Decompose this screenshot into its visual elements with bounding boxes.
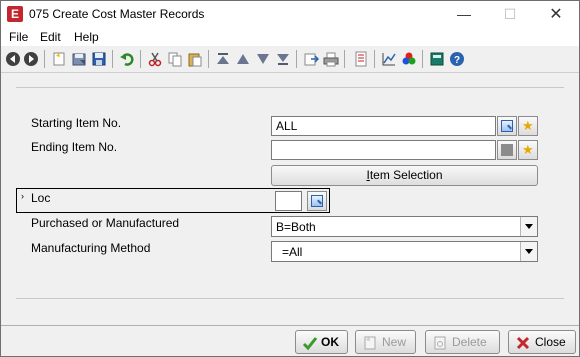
toolbar-separator — [208, 50, 209, 68]
menu-bar: File Edit Help — [1, 28, 579, 46]
app-window: E 075 Create Cost Master Records — ☐ ✕ F… — [0, 0, 580, 357]
starting-item-star-button[interactable]: ★ — [518, 116, 538, 136]
divider — [16, 87, 564, 88]
delete-icon — [434, 336, 446, 350]
manufacturing-method-label: Manufacturing Method — [31, 241, 151, 255]
forward-icon[interactable] — [23, 51, 39, 67]
undo-icon[interactable] — [119, 51, 135, 67]
paste-icon[interactable] — [187, 51, 203, 67]
print-icon[interactable] — [323, 51, 339, 67]
ending-item-label: Ending Item No. — [31, 140, 118, 154]
item-selection-button[interactable]: Item Selection — [271, 165, 538, 186]
lookup-icon — [501, 120, 513, 132]
save-icon[interactable] — [91, 51, 107, 67]
first-record-icon[interactable] — [215, 51, 231, 67]
toolbar-separator — [374, 50, 375, 68]
minimize-button[interactable]: — — [441, 1, 487, 28]
close-label: Close — [535, 335, 566, 349]
manufacturing-method-value: =All — [282, 245, 303, 259]
starting-item-lookup-button[interactable] — [497, 116, 517, 136]
toolbar-separator — [140, 50, 141, 68]
previous-record-icon[interactable] — [235, 51, 251, 67]
close-button[interactable]: Close — [508, 330, 576, 354]
new-button[interactable]: New — [355, 330, 416, 354]
ending-item-star-button[interactable]: ★ — [518, 140, 538, 160]
toolbar: ? — [1, 46, 579, 73]
dropdown-arrow-icon[interactable] — [520, 242, 537, 261]
back-icon[interactable] — [5, 51, 21, 67]
menu-file[interactable]: File — [9, 30, 28, 44]
close-x-icon — [516, 336, 530, 350]
starting-item-label: Starting Item No. — [31, 116, 122, 130]
form-area: Starting Item No. ALL ★ Ending Item No. … — [1, 73, 579, 325]
last-record-icon[interactable] — [275, 51, 291, 67]
toolbar-separator — [112, 50, 113, 68]
chart-icon[interactable] — [381, 51, 397, 67]
cut-icon[interactable] — [147, 51, 163, 67]
starting-item-input[interactable]: ALL — [271, 116, 496, 136]
check-icon — [302, 337, 318, 351]
notes-icon[interactable] — [353, 51, 369, 67]
dropdown-arrow-icon[interactable] — [520, 217, 537, 236]
divider — [16, 298, 564, 299]
new-label: New — [382, 335, 407, 349]
ok-label: OK — [321, 335, 339, 349]
item-selection-label: tem Selection — [369, 168, 443, 182]
export-icon[interactable] — [303, 51, 319, 67]
copy-icon[interactable] — [167, 51, 183, 67]
star-icon: ★ — [522, 142, 534, 157]
svg-text:?: ? — [454, 55, 460, 66]
toolbar-separator — [296, 50, 297, 68]
menu-help[interactable]: Help — [74, 30, 99, 44]
ending-item-lookup-button[interactable] — [497, 140, 517, 160]
calculator-icon[interactable] — [429, 51, 445, 67]
purchased-or-manufactured-value: B=Both — [276, 220, 316, 234]
lookup-icon — [311, 195, 323, 207]
loc-input[interactable] — [275, 191, 302, 211]
close-window-button[interactable]: ✕ — [533, 1, 579, 28]
toolbar-separator — [422, 50, 423, 68]
loc-lookup-button[interactable] — [307, 191, 327, 211]
colors-icon[interactable] — [401, 51, 417, 67]
delete-button[interactable]: Delete — [425, 330, 500, 354]
toolbar-separator — [44, 50, 45, 68]
menu-edit[interactable]: Edit — [40, 30, 61, 44]
button-bar: OK New Delete Close — [1, 325, 579, 356]
save-as-icon[interactable] — [71, 51, 87, 67]
maximize-button[interactable]: ☐ — [487, 1, 533, 28]
next-record-icon[interactable] — [255, 51, 271, 67]
manufacturing-method-select[interactable]: =All — [271, 241, 538, 262]
toolbar-separator — [344, 50, 345, 68]
purchased-or-manufactured-select[interactable]: B=Both — [271, 216, 538, 237]
purchased-or-manufactured-label: Purchased or Manufactured — [31, 216, 180, 230]
app-icon: E — [7, 6, 23, 22]
title-bar: E 075 Create Cost Master Records — ☐ ✕ — [1, 1, 579, 28]
ok-button[interactable]: OK — [295, 330, 348, 354]
new-icon — [364, 336, 376, 350]
help-icon[interactable]: ? — [449, 51, 465, 67]
ending-item-input[interactable] — [271, 140, 496, 160]
window-title: 075 Create Cost Master Records — [29, 7, 205, 21]
new-record-icon[interactable] — [51, 51, 67, 67]
loc-label: Loc — [31, 191, 51, 205]
disabled-lookup-icon — [501, 144, 513, 156]
delete-label: Delete — [452, 335, 487, 349]
star-icon: ★ — [522, 118, 534, 133]
